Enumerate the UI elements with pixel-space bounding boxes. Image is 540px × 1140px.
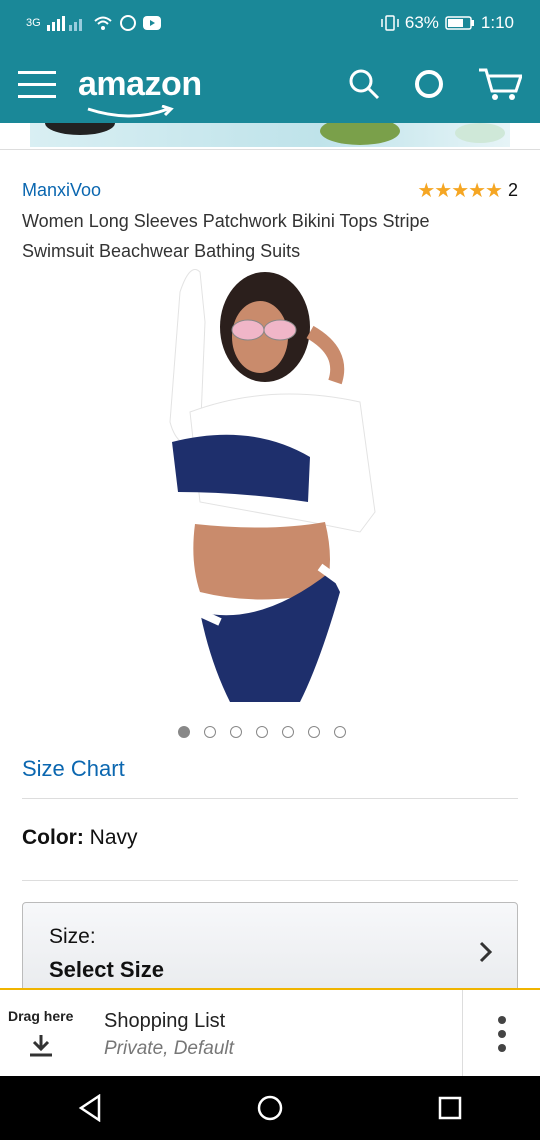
divider bbox=[462, 990, 463, 1078]
brand-link[interactable]: ManxiVoo bbox=[22, 180, 101, 201]
status-right: 63% 1:10 bbox=[381, 13, 514, 33]
size-chart-link[interactable]: Size Chart bbox=[22, 756, 125, 782]
clock: 1:10 bbox=[480, 12, 514, 32]
signal-icon bbox=[46, 15, 82, 31]
color-value: Navy bbox=[89, 826, 138, 849]
star-rating: ★★★★★ bbox=[417, 180, 503, 202]
app-header: amazon bbox=[0, 45, 540, 123]
back-icon[interactable] bbox=[77, 1094, 103, 1122]
chevron-right-icon bbox=[479, 941, 493, 963]
carousel-dot[interactable] bbox=[204, 726, 216, 738]
battery-percent: 63% bbox=[404, 12, 439, 32]
product-image[interactable] bbox=[160, 262, 380, 712]
promo-banner-image bbox=[30, 123, 510, 147]
shopping-list-subtitle: Private, Default bbox=[104, 1038, 234, 1059]
size-value: Select Size bbox=[49, 957, 164, 982]
wifi-icon bbox=[94, 16, 112, 30]
vibrate-icon bbox=[381, 14, 399, 31]
promo-banner[interactable] bbox=[0, 123, 540, 150]
carousel-dot[interactable] bbox=[230, 726, 242, 738]
carousel-dot[interactable] bbox=[282, 726, 294, 738]
banner-art bbox=[45, 123, 505, 145]
size-selector[interactable]: Size: Select Size bbox=[22, 902, 518, 1002]
size-label: Size: bbox=[49, 925, 96, 948]
product-title: Women Long Sleeves Patchwork Bikini Tops… bbox=[22, 211, 430, 261]
carousel-dot[interactable] bbox=[334, 726, 346, 738]
carousel-dot[interactable] bbox=[256, 726, 268, 738]
download-icon[interactable] bbox=[28, 1034, 54, 1058]
color-label: Color: bbox=[22, 826, 84, 849]
status-left: 3G bbox=[26, 14, 161, 32]
alexa-icon[interactable] bbox=[414, 68, 444, 100]
status-bar: 3G 63% 1:10 bbox=[0, 0, 540, 45]
logo-text: amazon bbox=[78, 64, 202, 103]
divider bbox=[22, 798, 518, 799]
more-vert-icon[interactable] bbox=[492, 1014, 512, 1054]
carousel-dot[interactable] bbox=[178, 726, 190, 738]
search-icon[interactable] bbox=[348, 68, 380, 100]
battery-icon bbox=[445, 15, 474, 30]
menu-icon[interactable] bbox=[18, 69, 56, 99]
color-selection: Color: Navy bbox=[22, 826, 138, 850]
shopping-list-title[interactable]: Shopping List bbox=[104, 1010, 225, 1033]
shopping-list-panel[interactable]: Drag here Shopping List Private, Default bbox=[0, 988, 540, 1078]
image-carousel-dots bbox=[178, 726, 346, 738]
smile-icon bbox=[87, 104, 174, 117]
rating-count: 2 bbox=[507, 180, 518, 200]
carousel-dot[interactable] bbox=[308, 726, 320, 738]
drag-label: Drag here bbox=[8, 1008, 74, 1024]
recents-icon[interactable] bbox=[437, 1095, 463, 1121]
network-type: 3G bbox=[26, 16, 41, 29]
home-icon[interactable] bbox=[256, 1094, 284, 1122]
divider bbox=[22, 880, 518, 881]
system-nav-bar bbox=[0, 1076, 540, 1140]
cart-icon[interactable] bbox=[478, 67, 522, 101]
header-actions bbox=[348, 67, 522, 101]
amazon-logo[interactable]: amazon bbox=[78, 64, 202, 117]
youtube-icon bbox=[142, 15, 161, 30]
whatsapp-icon bbox=[119, 14, 136, 31]
rating[interactable]: ★★★★★ 2 bbox=[417, 178, 518, 203]
